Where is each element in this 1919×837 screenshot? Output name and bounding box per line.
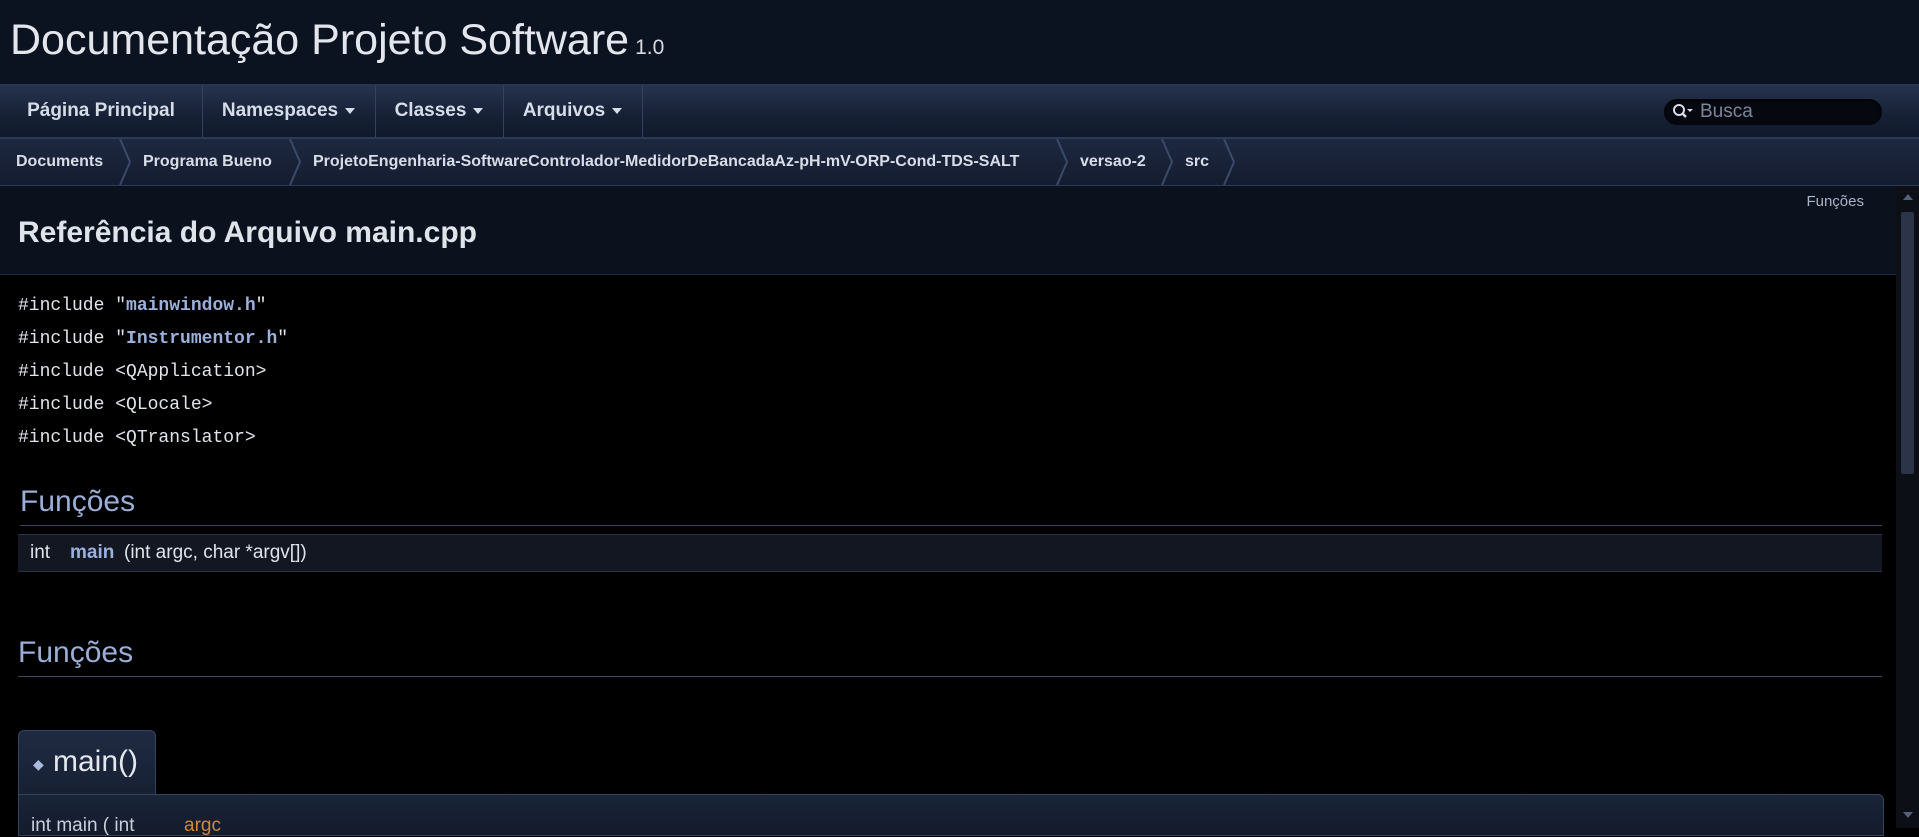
summary-link-functions[interactable]: Funções (1806, 193, 1864, 210)
include-prefix: #include < (18, 428, 127, 448)
page-header: Funções Referência do Arquivo main.cpp (0, 186, 1896, 275)
main-navbar: Página Principal Namespaces Classes Arqu… (0, 85, 1919, 139)
include-suffix: > (255, 362, 267, 382)
include-suffix: > (201, 395, 213, 415)
include-prefix: #include " (18, 296, 127, 316)
member-title-text: main() (53, 745, 139, 778)
breadcrumb-separator-icon (1223, 139, 1236, 185)
nav-item-main-page[interactable]: Página Principal (0, 85, 203, 137)
nav-item-label: Arquivos (522, 100, 606, 121)
include-file: QApplication (126, 362, 256, 382)
scroll-up-arrow-icon[interactable] (1903, 194, 1913, 200)
breadcrumb-separator-icon (289, 139, 302, 185)
breadcrumb-separator-icon (1161, 139, 1174, 185)
member-prototype: int main ( int argc (18, 794, 1884, 836)
include-link-mainwindow[interactable]: mainwindow.h (126, 296, 256, 316)
breadcrumb-separator-icon (119, 139, 132, 185)
include-prefix: #include < (18, 395, 127, 415)
include-prefix: #include " (18, 329, 127, 349)
diamond-icon: ◆ (33, 756, 44, 772)
member-return-type: int (30, 542, 51, 563)
search-box[interactable] (1664, 99, 1882, 125)
breadcrumb-item-versao-2[interactable]: versao-2 (1080, 139, 1146, 185)
breadcrumb-item-programa-bueno[interactable]: Programa Bueno (143, 139, 272, 185)
include-line: #include <QApplication> (18, 362, 266, 382)
nav-item-namespaces[interactable]: Namespaces (202, 85, 376, 137)
nav-item-files[interactable]: Arquivos (503, 85, 643, 137)
include-suffix: " (255, 296, 267, 316)
nav-item-label: Página Principal (27, 100, 175, 121)
member-link-main[interactable]: main (70, 535, 114, 571)
breadcrumb-item-documents[interactable]: Documents (16, 139, 103, 185)
include-line: #include <QLocale> (18, 395, 212, 415)
include-file: QLocale (126, 395, 202, 415)
search-input[interactable] (1700, 101, 1870, 123)
breadcrumb-item-src[interactable]: src (1185, 139, 1209, 185)
search-icon[interactable] (1672, 103, 1694, 121)
include-file: QTranslator (126, 428, 245, 448)
include-link-instrumentor[interactable]: Instrumentor.h (126, 329, 277, 349)
breadcrumb-item-project[interactable]: ProjetoEngenharia-SoftwareControlador-Me… (313, 139, 1019, 185)
include-prefix: #include < (18, 362, 127, 382)
scrollbar-thumb[interactable] (1901, 212, 1914, 474)
nav-item-label: Namespaces (221, 100, 339, 121)
chevron-down-icon (612, 107, 623, 114)
nav-item-classes[interactable]: Classes (375, 85, 504, 137)
include-line: #include "Instrumentor.h" (18, 329, 288, 349)
prototype-text: int main ( int (31, 815, 135, 836)
functions-group-heading: Funções (20, 485, 1882, 526)
project-name: Documentação Projeto Software 1.0 (10, 16, 664, 65)
functions-details-heading: Funções (18, 636, 1882, 677)
prototype-param: argc (184, 815, 221, 836)
include-line: #include "mainwindow.h" (18, 296, 266, 316)
include-suffix: > (244, 428, 256, 448)
scroll-down-arrow-icon[interactable] (1903, 812, 1913, 818)
nav-item-label: Classes (394, 100, 467, 121)
member-args: (int argc, char *argv[]) (124, 542, 307, 563)
project-number: 1.0 (635, 36, 665, 59)
breadcrumb: Documents Programa Bueno ProjetoEngenhar… (0, 139, 1919, 186)
title-area: Documentação Projeto Software 1.0 (0, 0, 1919, 85)
breadcrumb-separator-icon (1056, 139, 1069, 185)
member-title: ◆ main() (18, 730, 156, 795)
include-suffix: " (277, 329, 289, 349)
chevron-down-icon (345, 107, 356, 114)
member-row-main: int main (int argc, char *argv[]) (18, 534, 1882, 572)
project-name-text: Documentação Projeto Software (10, 16, 630, 64)
chevron-down-icon (473, 107, 484, 114)
include-line: #include <QTranslator> (18, 428, 256, 448)
vertical-scrollbar[interactable] (1896, 186, 1919, 828)
page-title: Referência do Arquivo main.cpp (18, 216, 477, 249)
